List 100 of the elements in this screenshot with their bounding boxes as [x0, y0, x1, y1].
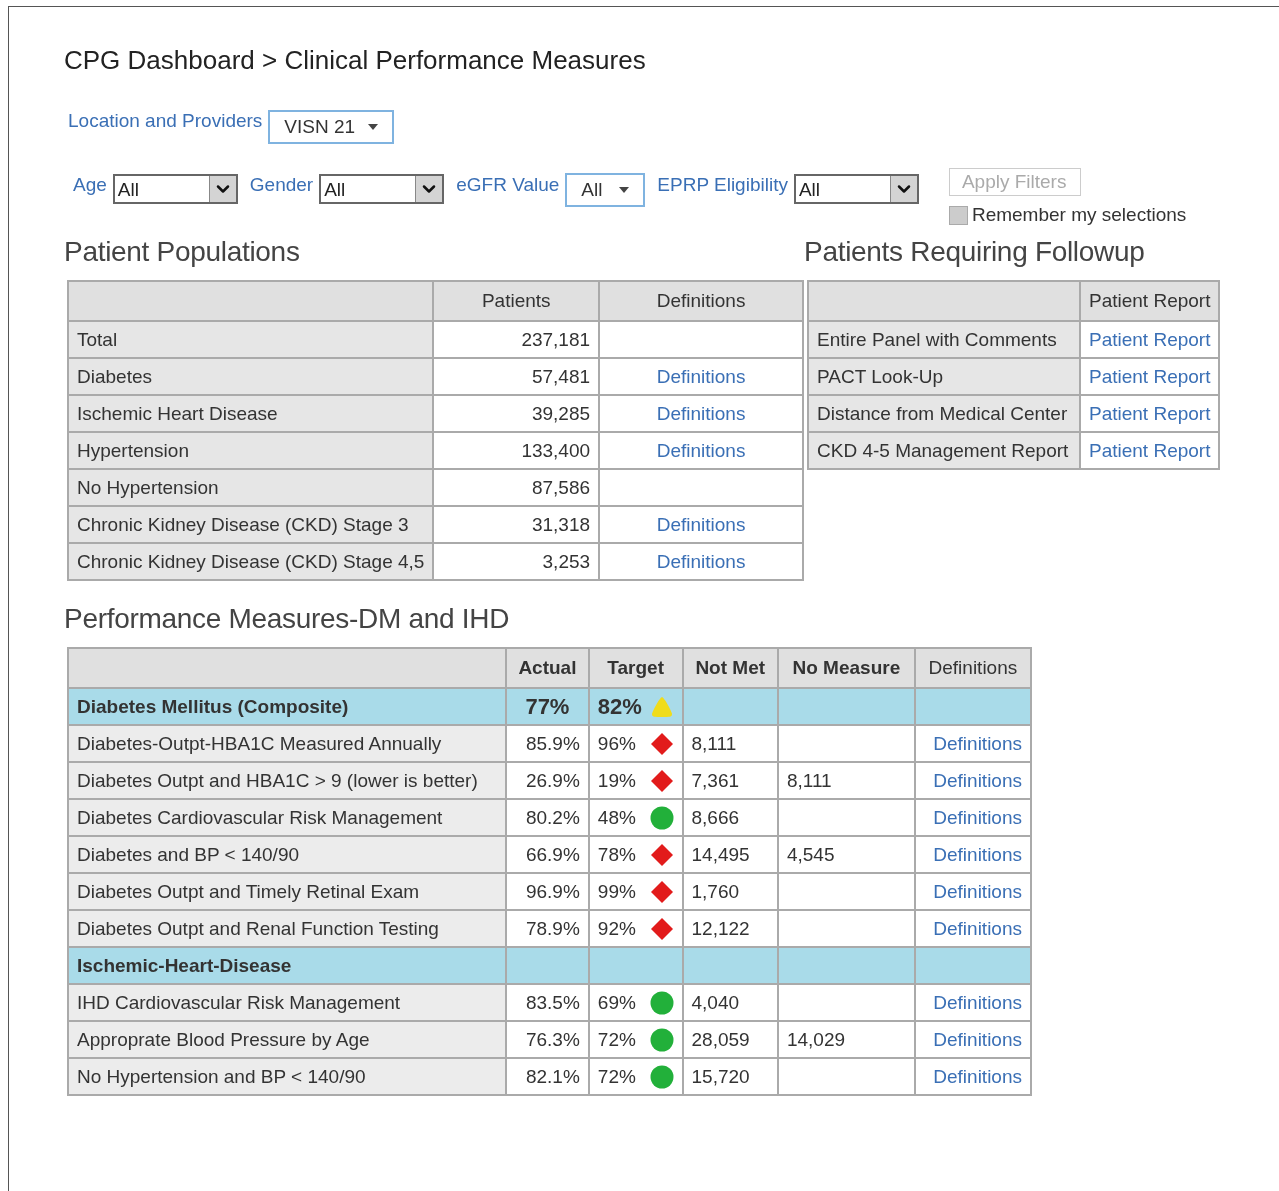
- header-cell: No Measure: [777, 648, 915, 688]
- table-cell: 92%: [588, 910, 683, 947]
- table-cell: 82.1%: [506, 1058, 589, 1095]
- definitions-link[interactable]: Definitions: [656, 513, 746, 535]
- table-cell: 69%: [588, 984, 683, 1021]
- table-cell: Diabetes and BP < 140/90: [68, 836, 506, 873]
- table-cell: 4,545: [777, 836, 915, 873]
- checkbox[interactable]: [948, 205, 968, 225]
- table-cell: Chronic Kidney Disease (CKD) Stage 4,5: [68, 543, 434, 580]
- table-cell: Total: [68, 321, 434, 358]
- definitions-link[interactable]: Definitions: [656, 402, 746, 424]
- table-cell: 1,760: [682, 873, 778, 910]
- definitions-link[interactable]: Definitions: [656, 365, 746, 387]
- table-cell: Diabetes Outpt and Timely Retinal Exam: [68, 873, 506, 910]
- table-cell: Ischemic Heart Disease: [68, 395, 434, 432]
- header-cell: Actual: [506, 648, 589, 688]
- definitions-link[interactable]: Definitions: [656, 550, 746, 572]
- table-cell: 57,481: [433, 358, 600, 395]
- header-cell: Patients: [433, 281, 600, 321]
- table-cell: 72%: [588, 1058, 683, 1095]
- definitions-link[interactable]: Definitions: [933, 806, 1022, 828]
- table-cell: 82%: [588, 688, 683, 725]
- checkbox-label: Remember my selections: [971, 204, 1187, 226]
- definitions-link[interactable]: Definitions: [933, 769, 1022, 791]
- table-cell: 66.9%: [506, 836, 589, 873]
- table-cell: 28,059: [682, 1021, 778, 1058]
- definitions-link[interactable]: Definitions: [933, 843, 1022, 865]
- table-cell: 39,285: [433, 395, 600, 432]
- table-cell: 83.5%: [506, 984, 589, 1021]
- table-cell: 237,181: [433, 321, 600, 358]
- header-cell: Definitions: [914, 648, 1031, 688]
- definitions-link[interactable]: Definitions: [933, 1028, 1022, 1050]
- definitions-link[interactable]: Definitions: [933, 732, 1022, 754]
- select-field[interactable]: All: [793, 174, 919, 204]
- table-cell: 7,361: [682, 762, 778, 799]
- field-label: EPRP Eligibility: [657, 174, 788, 196]
- table-cell: 14,029: [777, 1021, 915, 1058]
- table-cell: Chronic Kidney Disease (CKD) Stage 3: [68, 506, 434, 543]
- field-label: eGFR Value: [456, 174, 560, 196]
- table-cell: 96.9%: [506, 873, 589, 910]
- filter-dropdown[interactable]: All: [565, 173, 646, 207]
- table-cell: Diabetes Cardiovascular Risk Management: [68, 799, 506, 836]
- field-label: Age: [73, 174, 107, 196]
- select-field[interactable]: All: [319, 174, 445, 204]
- table-cell: IHD Cardiovascular Risk Management: [68, 984, 506, 1021]
- section-title: Patients Requiring Followup: [804, 236, 1146, 268]
- page-title: CPG Dashboard > Clinical Performance Measures: [64, 45, 647, 76]
- location-dropdown[interactable]: VISN 21: [268, 110, 395, 144]
- patient-report-link[interactable]: Patient Report: [1089, 365, 1211, 387]
- patient-report-link[interactable]: Patient Report: [1089, 328, 1211, 350]
- table-cell: Diabetes Outpt and Renal Function Testing: [68, 910, 506, 947]
- table-cell: Diabetes Outpt and HBA1C > 9 (lower is better): [68, 762, 506, 799]
- table-cell: 85.9%: [506, 725, 589, 762]
- table-cell: 76.3%: [506, 1021, 589, 1058]
- field-label: Gender: [249, 174, 314, 196]
- table-cell: 78.9%: [506, 910, 589, 947]
- table-cell: 14,495: [682, 836, 778, 873]
- header-cell: Target: [588, 648, 683, 688]
- table-cell: PACT Look-Up: [808, 358, 1080, 395]
- table-cell: Hypertension: [68, 432, 434, 469]
- patient-report-link[interactable]: Patient Report: [1089, 439, 1211, 461]
- section-title: Patient Populations: [64, 236, 301, 268]
- definitions-link[interactable]: Definitions: [933, 991, 1022, 1013]
- table-cell: 8,111: [777, 762, 915, 799]
- table-cell: Entire Panel with Comments: [808, 321, 1080, 358]
- table-cell: 133,400: [433, 432, 600, 469]
- definitions-link[interactable]: Definitions: [933, 917, 1022, 939]
- caret-icon: [368, 124, 379, 130]
- table-cell: Diabetes: [68, 358, 434, 395]
- table-cell: 31,318: [433, 506, 600, 543]
- definitions-link[interactable]: Definitions: [933, 880, 1022, 902]
- table-cell: CKD 4-5 Management Report: [808, 432, 1080, 469]
- table-cell: 15,720: [682, 1058, 778, 1095]
- header-cell: Definitions: [599, 281, 803, 321]
- table-cell: 26.9%: [506, 762, 589, 799]
- definitions-link[interactable]: Definitions: [656, 439, 746, 461]
- header-cell: Patient Report: [1080, 281, 1220, 321]
- table-cell: 99%: [588, 873, 683, 910]
- table-cell: 48%: [588, 799, 683, 836]
- caret-icon: [619, 187, 630, 193]
- table-cell: Distance from Medical Center: [808, 395, 1080, 432]
- patient-report-link[interactable]: Patient Report: [1089, 402, 1211, 424]
- table-cell: No Hypertension and BP < 140/90: [68, 1058, 506, 1095]
- table-cell: 80.2%: [506, 799, 589, 836]
- table-cell: Approprate Blood Pressure by Age: [68, 1021, 506, 1058]
- select-field[interactable]: All: [112, 174, 238, 204]
- field-label: Location and Providers: [68, 110, 263, 132]
- table-cell: 78%: [588, 836, 683, 873]
- group-cell: Ischemic-Heart-Disease: [68, 947, 506, 984]
- table-cell: 72%: [588, 1021, 683, 1058]
- header-cell: Not Met: [682, 648, 778, 688]
- definitions-link[interactable]: Definitions: [933, 1065, 1022, 1087]
- table-cell: 19%: [588, 762, 683, 799]
- table-cell: 8,111: [682, 725, 778, 762]
- group-cell: Diabetes Mellitus (Composite): [68, 688, 506, 725]
- section-title: Performance Measures-DM and IHD: [64, 603, 511, 635]
- table-cell: 4,040: [682, 984, 778, 1021]
- table-cell: 87,586: [433, 469, 600, 506]
- table-cell: Diabetes-Outpt-HBA1C Measured Annually: [68, 725, 506, 762]
- table-cell: 3,253: [433, 543, 600, 580]
